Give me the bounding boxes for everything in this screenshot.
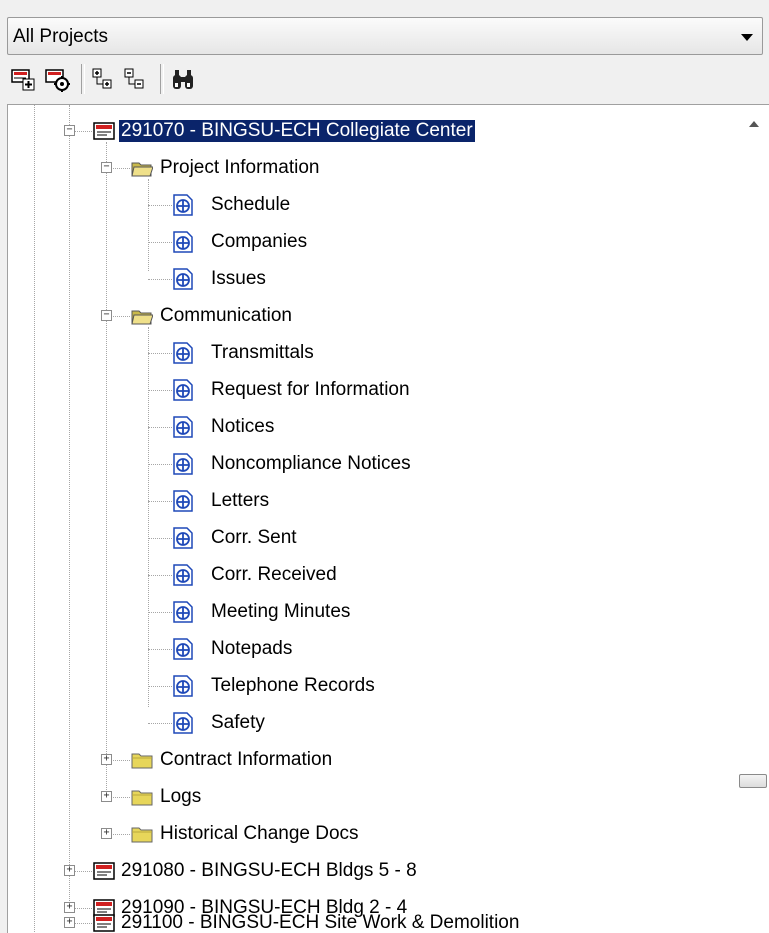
tree-node-label: Safety <box>211 712 265 733</box>
tree-node-safety[interactable]: Safety <box>8 705 748 742</box>
collapse-toggle-icon[interactable]: − <box>101 162 112 173</box>
expand-toggle-icon[interactable]: + <box>101 828 112 839</box>
tree-node-notices[interactable]: Notices <box>8 409 748 446</box>
folder-icon <box>131 753 153 769</box>
tree-node-label: Issues <box>211 268 266 289</box>
tree-node-historical-change-docs[interactable]: + Historical Change Docs <box>8 816 748 853</box>
project-selector-dropdown[interactable]: All Projects <box>7 17 763 55</box>
tree-node-schedule[interactable]: Schedule <box>8 187 748 224</box>
item-settings-icon[interactable] <box>44 66 72 94</box>
tree-node-companies[interactable]: Companies <box>8 224 748 261</box>
new-item-icon[interactable] <box>10 66 38 94</box>
document-icon <box>173 231 193 253</box>
tree-node-meeting-minutes[interactable]: Meeting Minutes <box>8 594 748 631</box>
tree-node-noncompliance-notices[interactable]: Noncompliance Notices <box>8 446 748 483</box>
tree-node-telephone-records[interactable]: Telephone Records <box>8 668 748 705</box>
tree-node-label: Schedule <box>211 194 291 215</box>
tree-node-label: 291080 - BINGSU-ECH Bldgs 5 - 8 <box>121 860 417 881</box>
document-icon <box>173 712 193 734</box>
expand-toggle-icon[interactable]: + <box>64 917 75 928</box>
tree-node-project-291100[interactable]: + 291100 - BINGSU-ECH Site Work & Demoli… <box>8 905 748 933</box>
tree-node-issues[interactable]: Issues <box>8 261 748 298</box>
tree-node-label: 291100 - BINGSU-ECH Site Work & Demoliti… <box>121 912 520 933</box>
tree-node-project-291070[interactable]: − 291070 - BINGSU-ECH Collegiate Center <box>8 113 748 150</box>
tree-node-project-291080[interactable]: + 291080 - BINGSU-ECH Bldgs 5 - 8 <box>8 853 748 890</box>
collapse-toggle-icon[interactable]: − <box>101 310 112 321</box>
tree-node-label: Logs <box>160 786 202 807</box>
tree-node-request-for-information[interactable]: Request for Information <box>8 372 748 409</box>
tree-node-notepads[interactable]: Notepads <box>8 631 748 668</box>
folder-icon <box>131 827 153 843</box>
expand-toggle-icon[interactable]: + <box>101 754 112 765</box>
tree-node-label: Transmittals <box>211 342 314 363</box>
tree-node-label: Request for Information <box>211 379 410 400</box>
collapse-toggle-icon[interactable]: − <box>64 125 75 136</box>
document-icon <box>173 638 193 660</box>
expand-toggle-icon[interactable]: + <box>101 791 112 802</box>
document-icon <box>173 342 193 364</box>
tree-node-corr-received[interactable]: Corr. Received <box>8 557 748 594</box>
tree-node-label: Communication <box>160 305 292 326</box>
tree-node-label: Corr. Received <box>211 564 337 585</box>
tree-node-project-information[interactable]: − Project Information <box>8 150 748 187</box>
document-icon <box>173 564 193 586</box>
tree-node-label: 291070 - BINGSU-ECH Collegiate Center <box>119 120 475 142</box>
project-card-icon <box>93 914 115 932</box>
scrollbar-thumb[interactable] <box>739 774 767 788</box>
tree-node-contract-information[interactable]: + Contract Information <box>8 742 748 779</box>
project-card-icon <box>93 122 115 140</box>
tree-node-logs[interactable]: + Logs <box>8 779 748 816</box>
find-icon[interactable] <box>170 66 198 94</box>
project-card-icon <box>93 862 115 880</box>
project-tree-window: All Projects − 291070 - BINGSU-ECH Colle… <box>0 0 769 933</box>
tree-node-letters[interactable]: Letters <box>8 483 748 520</box>
folder-icon <box>131 790 153 806</box>
folder-open-icon <box>131 162 153 177</box>
tree-node-label: Contract Information <box>160 749 333 770</box>
tree-node-label: Project Information <box>160 157 320 178</box>
project-selector-value: All Projects <box>13 26 109 47</box>
document-icon <box>173 601 193 623</box>
tree-node-label: Companies <box>211 231 308 252</box>
document-icon <box>173 268 193 290</box>
document-icon <box>173 194 193 216</box>
tree-node-label: Historical Change Docs <box>160 823 359 844</box>
project-tree: − 291070 - BINGSU-ECH Collegiate Center … <box>7 104 769 933</box>
toolbar <box>10 60 750 102</box>
tree-node-label: Telephone Records <box>211 675 375 696</box>
tree-node-label: Letters <box>211 490 270 511</box>
document-icon <box>173 527 193 549</box>
document-icon <box>173 675 193 697</box>
scroll-up-arrow-icon[interactable] <box>749 121 759 127</box>
document-icon <box>173 416 193 438</box>
toolbar-separator <box>160 64 164 94</box>
toolbar-separator <box>81 64 85 94</box>
tree-node-label: Corr. Sent <box>211 527 297 548</box>
expand-all-icon[interactable] <box>90 66 118 94</box>
tree-node-label: Notepads <box>211 638 293 659</box>
tree-node-communication[interactable]: − Communication <box>8 298 748 335</box>
collapse-all-icon[interactable] <box>122 66 150 94</box>
tree-node-label: Meeting Minutes <box>211 601 351 622</box>
tree-node-label: Noncompliance Notices <box>211 453 411 474</box>
chevron-down-icon[interactable] <box>741 34 753 41</box>
document-icon <box>173 490 193 512</box>
expand-toggle-icon[interactable]: + <box>64 865 75 876</box>
tree-node-transmittals[interactable]: Transmittals <box>8 335 748 372</box>
vertical-scrollbar[interactable] <box>736 105 769 933</box>
tree-node-corr-sent[interactable]: Corr. Sent <box>8 520 748 557</box>
folder-open-icon <box>131 310 153 325</box>
document-icon <box>173 453 193 475</box>
document-icon <box>173 379 193 401</box>
tree-node-label: Notices <box>211 416 275 437</box>
